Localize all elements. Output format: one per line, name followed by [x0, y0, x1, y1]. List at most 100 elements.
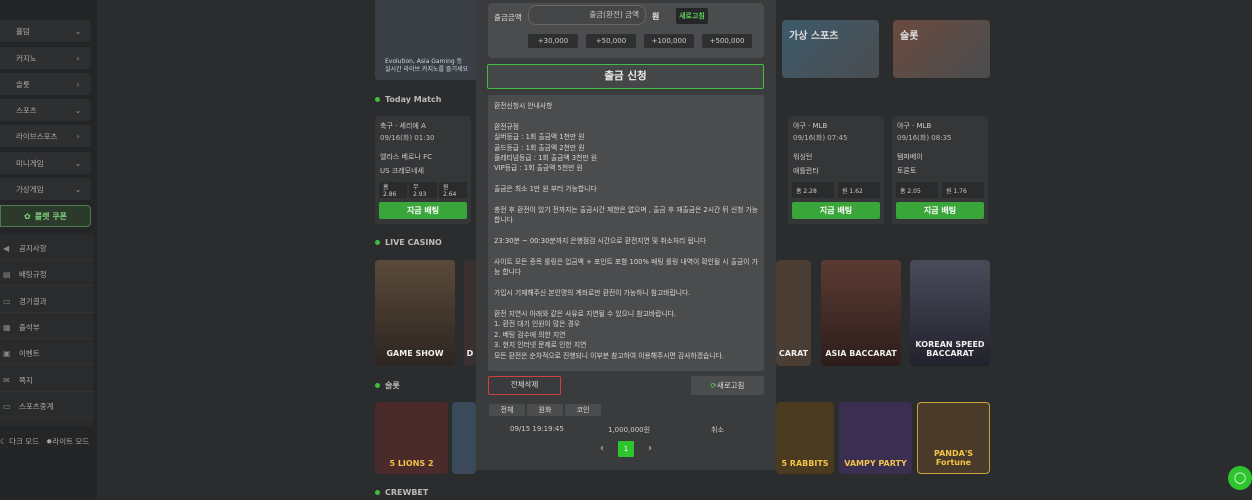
notice-line: 모든 환전은 순차적으로 진행되니 이부분 참고하여 이용해주시면 감사하겠습니…: [494, 351, 724, 360]
filter-all-tab[interactable]: 전체: [489, 404, 525, 416]
odds-home-button[interactable]: 홈 2.05: [896, 182, 938, 198]
casino-card[interactable]: GAME SHOW: [375, 260, 455, 366]
notice-gap: [494, 226, 758, 236]
sidebar-item-results[interactable]: ▭ 경기결과: [0, 291, 94, 313]
today-match-title: Today Match: [375, 95, 441, 104]
chevron-down-icon: ⌄: [74, 26, 82, 36]
quick-add-500000-button[interactable]: +500,000: [702, 34, 752, 48]
match-card[interactable]: 야구 · MLB 09/16(화) 07:45 워싱턴 애틀란타 홈 2.28 …: [788, 116, 884, 224]
virtual-sports-tile[interactable]: 가상 스포츠: [782, 20, 879, 78]
slot-card[interactable]: [452, 402, 476, 474]
page-1-button[interactable]: 1: [618, 441, 634, 457]
odds-away-button[interactable]: 원 1.76: [942, 182, 984, 198]
sidebar-item-holdem[interactable]: 홀덤 ⌄: [0, 20, 91, 42]
bet-now-button[interactable]: 지금 배팅: [896, 202, 984, 219]
quick-add-30000-button[interactable]: +30,000: [528, 34, 578, 48]
notice-line: 환전 지연시 아래와 같은 사유로 지연될 수 있으니 참고바랍니다.: [494, 310, 677, 319]
notice-line: 환전규정: [494, 122, 520, 131]
next-page-button[interactable]: ›: [642, 441, 658, 457]
dot-icon: [375, 240, 380, 245]
filter-krw-tab[interactable]: 원화: [527, 404, 563, 416]
slots-title: 슬롯: [375, 380, 400, 391]
withdraw-amount-input[interactable]: 출금(환전) 금액: [528, 5, 646, 25]
sidebar-item-casino[interactable]: 카지노 ›: [0, 47, 91, 69]
bet-now-button[interactable]: 지금 배팅: [379, 202, 467, 219]
notice-line: 가입시 기재해주신 본인명의 계좌로만 환전이 가능하니 참고바랍니다.: [494, 289, 691, 298]
notice-gap: [494, 195, 758, 205]
notice-gap: [494, 299, 758, 309]
notice-line: 23:30분 ~ 00:30분까지 은행점검 시간으로 환전지연 및 취소처리 …: [494, 237, 707, 246]
bet-now-button[interactable]: 지금 배팅: [792, 202, 880, 219]
slot-card[interactable]: 5 RABBITS: [776, 402, 834, 474]
match-card[interactable]: 축구 · 세리에 A 09/16(화) 01:30 엘라스 베로나 FC US …: [375, 116, 471, 224]
casino-card[interactable]: D: [464, 260, 476, 366]
dot-icon: [375, 97, 380, 102]
casino-card[interactable]: ASIA BACCARAT: [821, 260, 901, 366]
sidebar-item-attendance[interactable]: ▦ 출석부: [0, 317, 94, 339]
tv-icon: ▭: [3, 402, 11, 411]
calendar-icon: ▦: [3, 323, 11, 332]
live-casino-title: LIVE CASINO: [375, 238, 442, 247]
sidebar-menu: ◀ 공지사항 ▤ 배팅규정 ▭ 경기결과 ▦ 출석부 ▣ 이벤트 ✉ 쪽지 ▭ 스포츠중계: [0, 234, 94, 426]
filter-coin-tab[interactable]: 코인: [565, 404, 601, 416]
crewbet-title: CREWBET: [375, 488, 428, 497]
refresh-amount-button[interactable]: 새로고침: [676, 8, 708, 24]
monitor-icon: ▭: [3, 297, 11, 306]
sidebar-item-notice[interactable]: ◀ 공지사항: [0, 238, 94, 260]
megaphone-icon: ◀: [3, 244, 10, 253]
notice-line: 골드등급 : 1회 출금액 2천만 원: [494, 143, 585, 152]
withdrawal-notice: 환전신청시 안내사항 환전규정 실버등급 : 1회 출금액 1천만 원 골드등급 : …: [488, 95, 764, 371]
chat-icon[interactable]: ◯: [1228, 466, 1252, 490]
odds-home-button[interactable]: 홈 2.28: [792, 182, 834, 198]
history-amount: 1,000,000원: [608, 426, 651, 434]
sidebar-item-bet-rules[interactable]: ▤ 배팅규정: [0, 264, 94, 286]
odds-home-button[interactable]: 홈 2.86: [379, 182, 407, 198]
sidebar-item-sports-stream[interactable]: ▭ 스포츠중계: [0, 396, 94, 418]
roulette-coupon-button[interactable]: ✿ 룰렛 쿠폰: [0, 205, 91, 227]
sidebar-item-minigame[interactable]: 미니게임 ⌄: [0, 152, 91, 174]
casino-card[interactable]: CARAT: [776, 260, 811, 366]
withdraw-submit-button[interactable]: 출금 신청: [487, 64, 764, 89]
slot-tile[interactable]: 슬롯: [893, 20, 990, 78]
casino-card[interactable]: KOREAN SPEED BACCARAT: [910, 260, 990, 366]
sidebar-item-slot[interactable]: 슬롯 ›: [0, 73, 91, 95]
slot-card[interactable]: PANDA'S Fortune: [917, 402, 990, 474]
notice-gap: [494, 278, 758, 288]
casino-banner[interactable]: Evolution, Asia Gaming 등 실시간 라이브 카지노를 즐기…: [375, 0, 478, 80]
moon-icon: ☾: [0, 437, 7, 446]
delete-all-button[interactable]: 전체삭제: [488, 376, 561, 395]
odds-draw-button[interactable]: 무 2.93: [409, 182, 437, 198]
quick-add-100000-button[interactable]: +100,000: [644, 34, 694, 48]
envelope-icon: ✉: [3, 376, 10, 385]
chevron-down-icon: ⌄: [74, 184, 82, 194]
gift-icon: ▣: [3, 349, 11, 358]
notice-line: 1. 환전 대기 인원이 많은 경우: [494, 320, 581, 329]
history-cancel-button[interactable]: 취소: [711, 425, 724, 435]
refresh-list-button[interactable]: ⟳새로고침: [691, 376, 764, 395]
slot-card[interactable]: VAMPY PARTY: [839, 402, 912, 474]
sidebar-item-live-sports[interactable]: 라이브스포츠 ›: [0, 125, 91, 147]
dark-mode-button[interactable]: ☾ 다크 모드: [0, 436, 39, 447]
chevron-right-icon: ›: [76, 131, 80, 141]
chevron-down-icon: ⌄: [74, 105, 82, 115]
sidebar-item-message[interactable]: ✉ 쪽지: [0, 370, 94, 392]
sidebar-item-virtual-game[interactable]: 가상게임 ⌄: [0, 178, 91, 200]
notice-line: 출금은 최소 1만 원 부터 가능합니다: [494, 185, 597, 194]
notice-line: VIP등급 : 1회 출금액 5천만 원: [494, 164, 583, 173]
sidebar-item-sports[interactable]: 스포츠 ⌄: [0, 99, 91, 121]
app: 홀덤 ⌄ 카지노 › 슬롯 › 스포츠 ⌄ 라이브스포츠 › 미니게임 ⌄ 가상게임 ⌄ ✿ 룰…: [0, 0, 1252, 500]
chevron-down-icon: ⌄: [74, 158, 82, 168]
match-card[interactable]: 야구 · MLB 09/16(화) 08:35 탬파베이 토론토 홈 2.05 …: [892, 116, 988, 224]
prev-page-button[interactable]: ‹: [594, 441, 610, 457]
slot-card[interactable]: 5 LIONS 2: [375, 402, 448, 474]
odds-away-button[interactable]: 원 1.62: [838, 182, 880, 198]
quick-add-50000-button[interactable]: +50,000: [586, 34, 636, 48]
sidebar-item-event[interactable]: ▣ 이벤트: [0, 343, 94, 365]
light-mode-button[interactable]: ✹라이트 모드: [46, 436, 89, 447]
amount-label: 출금금액: [494, 13, 522, 22]
odds-away-button[interactable]: 원 2.64: [439, 182, 467, 198]
notice-line: 충전 후 환전이 있기 전까지는 출금시간 제한은 없으며 , 출금 후 재출금…: [494, 206, 759, 225]
history-time: 09/15 19:19:45: [510, 425, 564, 433]
notice-gap: [494, 111, 758, 121]
sidebar: 홀덤 ⌄ 카지노 › 슬롯 › 스포츠 ⌄ 라이브스포츠 › 미니게임 ⌄ 가상게임 ⌄ ✿ 룰…: [0, 0, 97, 500]
